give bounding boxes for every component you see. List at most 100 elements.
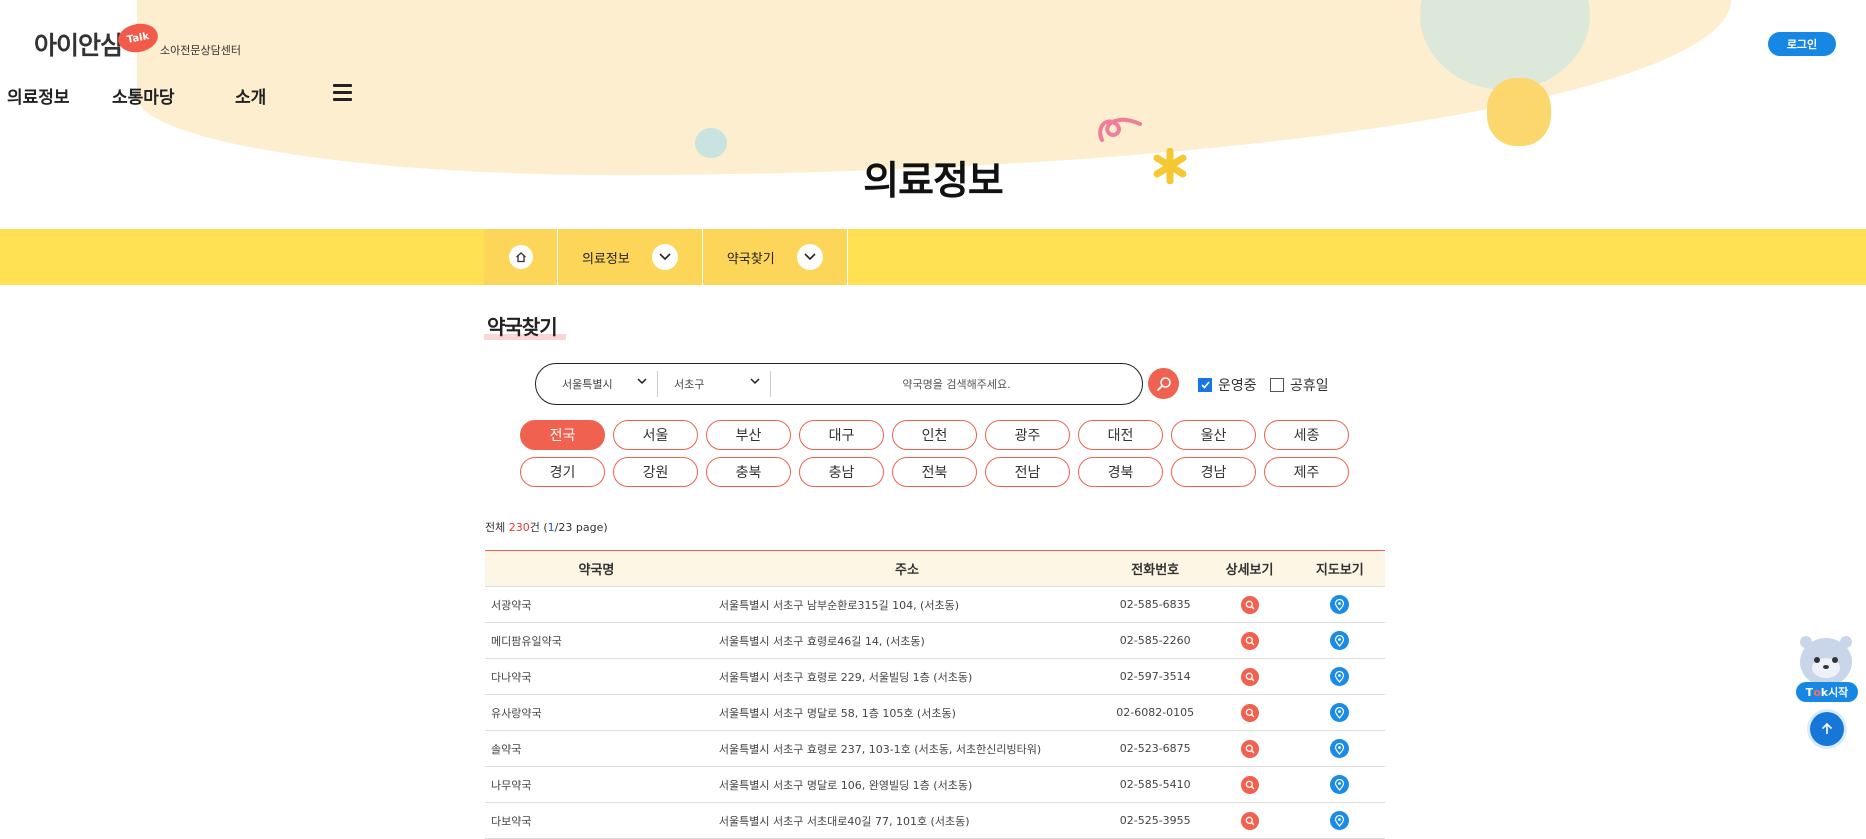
region-button[interactable]: 전남 — [985, 457, 1070, 487]
district-select[interactable]: 서초구 — [658, 371, 771, 397]
map-pin-icon[interactable] — [1330, 667, 1350, 686]
region-button[interactable]: 인천 — [892, 420, 977, 450]
map-cell — [1294, 766, 1385, 803]
pharmacy-phone: 02-585-5410 — [1106, 766, 1205, 803]
nav-about[interactable]: 소개 — [235, 83, 266, 108]
map-pin-icon[interactable] — [1330, 595, 1350, 614]
city-select-value: 서울특별시 — [562, 378, 613, 391]
decor-squiggle-icon — [1098, 117, 1142, 142]
region-button[interactable]: 경기 — [520, 457, 605, 487]
region-button[interactable]: 전국 — [520, 420, 605, 450]
map-cell — [1294, 694, 1385, 731]
section-title: 약국찾기 — [487, 315, 558, 339]
summary-count: 230 — [508, 521, 530, 534]
login-button[interactable]: 로그인 — [1768, 32, 1836, 56]
talk-start-button[interactable]: To k시작 — [1796, 682, 1858, 702]
home-icon — [515, 252, 526, 263]
chevron-down-icon — [659, 253, 671, 261]
table-row: 다나약국 서울특별시 서초구 효령로 229, 서울빌딩 1층 (서초동) 02-5… — [485, 658, 1385, 695]
chevron-down-icon — [750, 378, 760, 385]
map-pin-icon[interactable] — [1330, 703, 1350, 722]
map-cell — [1294, 586, 1385, 623]
pharmacy-address: 서울특별시 서초구 명달로 106, 완영빌딩 1층 (서초동) — [708, 766, 1107, 803]
map-pin-icon[interactable] — [1330, 775, 1350, 794]
pharmacy-name: 다보약국 — [485, 802, 709, 839]
table-row: 유사랑약국 서울특별시 서초구 명달로 58, 1층 105호 (서초동) 02-6… — [485, 694, 1385, 731]
detail-cell — [1204, 694, 1295, 731]
region-button[interactable]: 강원 — [613, 457, 698, 487]
filter-open-now[interactable]: 운영중 — [1198, 375, 1257, 395]
detail-search-icon[interactable] — [1240, 703, 1259, 722]
map-cell — [1294, 802, 1385, 839]
col-header-map: 지도보기 — [1294, 550, 1385, 587]
detail-search-icon[interactable] — [1240, 775, 1259, 794]
region-button[interactable]: 충북 — [706, 457, 791, 487]
map-cell — [1294, 622, 1385, 659]
menu-icon[interactable] — [333, 84, 352, 105]
region-button[interactable]: 전북 — [892, 457, 977, 487]
region-button[interactable]: 대구 — [799, 420, 884, 450]
region-button[interactable]: 경남 — [1171, 457, 1256, 487]
detail-search-icon[interactable] — [1240, 739, 1259, 758]
col-header-name: 약국명 — [485, 550, 709, 587]
check-icon — [1200, 381, 1210, 389]
breadcrumb: 의료정보 약국찾기 — [484, 229, 848, 285]
filter-holiday[interactable]: 공휴일 — [1270, 375, 1329, 395]
site-logo[interactable]: 아이안심 Talk 소아전문상담센터 — [34, 20, 241, 62]
talk-start-label-prefix: T — [1805, 685, 1814, 699]
map-pin-icon[interactable] — [1330, 811, 1350, 830]
logo-subtitle: 소아전문상담센터 — [160, 44, 241, 57]
pharmacy-address: 서울특별시 서초구 남부순환로315길 104, (서초동) — [708, 586, 1107, 623]
holiday-checkbox[interactable] — [1270, 378, 1284, 392]
region-button[interactable]: 대전 — [1078, 420, 1163, 450]
chevron-down-icon — [637, 378, 647, 385]
pharmacy-phone: 02-525-3955 — [1106, 802, 1205, 839]
map-cell — [1294, 658, 1385, 695]
pharmacy-name: 다나약국 — [485, 658, 709, 695]
city-select[interactable]: 서울특별시 — [536, 371, 658, 397]
map-pin-icon[interactable] — [1330, 739, 1350, 758]
scroll-top-button[interactable] — [1810, 712, 1844, 746]
breadcrumb-pharmacy-search[interactable]: 약국찾기 — [702, 229, 848, 285]
breadcrumb-label: 약국찾기 — [726, 251, 775, 267]
detail-cell — [1204, 658, 1295, 695]
pharmacy-address: 서울특별시 서초구 명달로 58, 1층 105호 (서초동) — [708, 694, 1107, 731]
summary-unit: 건 ( — [529, 521, 548, 534]
col-header-detail: 상세보기 — [1204, 550, 1295, 587]
nav-medical-info[interactable]: 의료정보 — [7, 83, 70, 108]
breadcrumb-home[interactable] — [484, 229, 558, 285]
pharmacy-search-input[interactable] — [771, 376, 1142, 392]
region-button[interactable]: 울산 — [1171, 420, 1256, 450]
pharmacy-name: 솔약국 — [485, 730, 709, 767]
breadcrumb-medical-info[interactable]: 의료정보 — [558, 229, 703, 285]
open-now-checkbox[interactable] — [1198, 378, 1212, 392]
chat-mascot-icon[interactable] — [1796, 630, 1856, 688]
district-select-value: 서초구 — [674, 378, 705, 391]
region-button[interactable]: 서울 — [613, 420, 698, 450]
region-button[interactable]: 부산 — [706, 420, 791, 450]
result-summary: 전체 230건 (1/23 page) — [485, 519, 608, 535]
search-button[interactable] — [1148, 368, 1179, 399]
summary-pages: /23 page) — [554, 521, 608, 534]
table-row: 솔약국 서울특별시 서초구 효령로 237, 103-1호 (서초동, 서초한신리… — [485, 730, 1385, 767]
pharmacy-address: 서울특별시 서초구 서초대로40길 77, 101호 (서초동) — [708, 802, 1107, 839]
pharmacy-phone: 02-6082-0105 — [1106, 694, 1205, 731]
region-button[interactable]: 세종 — [1264, 420, 1349, 450]
region-button[interactable]: 경북 — [1078, 457, 1163, 487]
breadcrumb-bar — [0, 229, 1866, 285]
detail-search-icon[interactable] — [1240, 631, 1259, 650]
region-button[interactable]: 제주 — [1264, 457, 1349, 487]
region-button[interactable]: 충남 — [799, 457, 884, 487]
talk-start-label-o: o — [1813, 685, 1821, 699]
table-row: 서광약국 서울특별시 서초구 남부순환로315길 104, (서초동) 02-585… — [485, 586, 1385, 623]
detail-search-icon[interactable] — [1240, 667, 1259, 686]
region-button[interactable]: 광주 — [985, 420, 1070, 450]
summary-page: 1 — [547, 521, 555, 534]
chevron-down-icon — [804, 253, 816, 261]
detail-search-icon[interactable] — [1240, 811, 1259, 830]
pharmacy-name: 메디팜유일약국 — [485, 622, 709, 659]
map-pin-icon[interactable] — [1330, 631, 1350, 650]
nav-community[interactable]: 소통마당 — [112, 83, 175, 108]
detail-search-icon[interactable] — [1240, 595, 1259, 614]
detail-cell — [1204, 766, 1295, 803]
